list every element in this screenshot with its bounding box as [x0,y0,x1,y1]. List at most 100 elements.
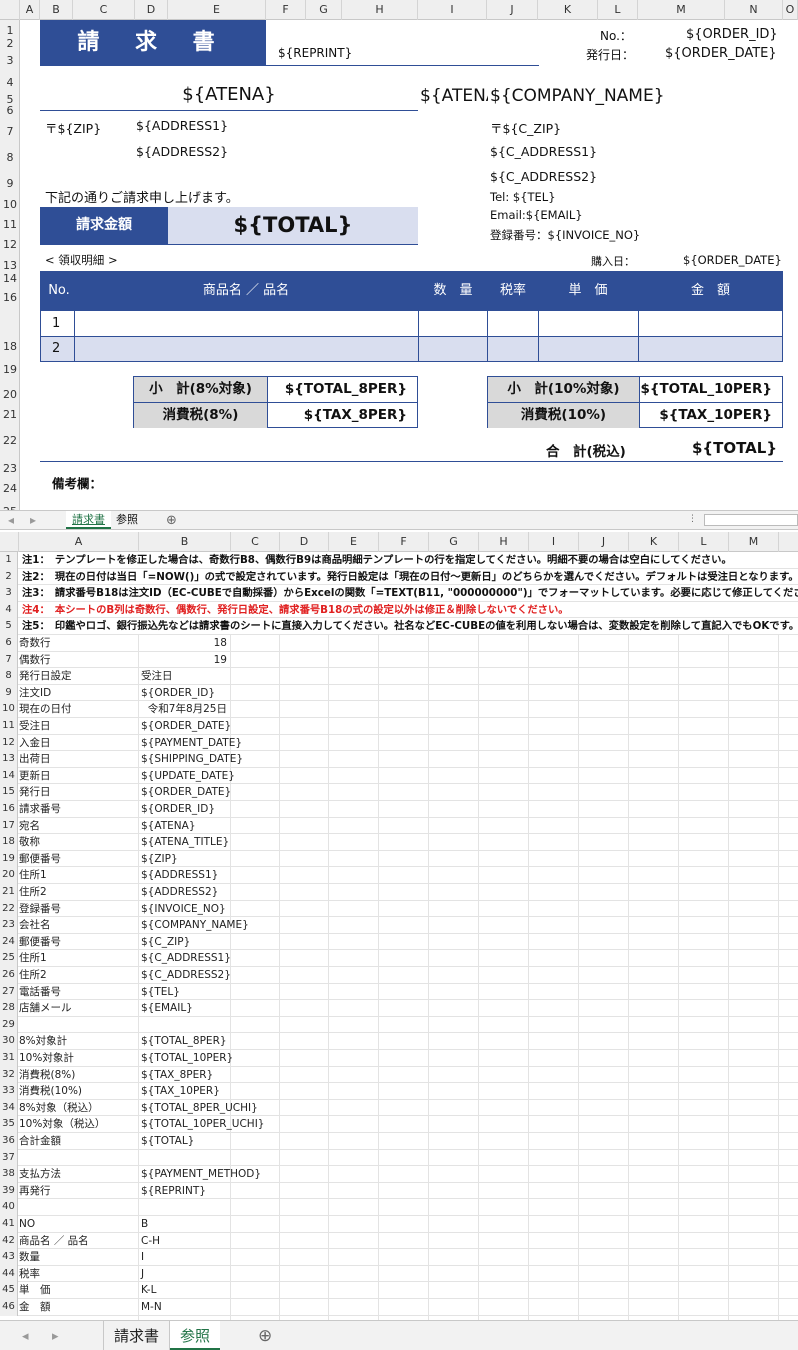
row-header[interactable]: 32 [0,1066,18,1084]
cell-label[interactable]: 受注日 [19,718,139,734]
column-header[interactable]: J [487,0,538,20]
cell-value[interactable]: B [141,1216,231,1232]
column-header[interactable]: D [280,532,329,552]
company-address2[interactable]: ${C_ADDRESS2} [490,169,597,184]
cell-value[interactable]: M-N [141,1299,231,1315]
row-header[interactable]: 24 [0,482,20,495]
note-text[interactable]: 注5： 印鑑やロゴ、銀行振込先などは請求書のシートに直接入力してください。社名な… [22,618,798,634]
horizontal-scrollbar[interactable] [704,514,798,526]
row-header[interactable]: 5 [0,618,18,635]
column-header[interactable]: J [579,532,629,552]
cell-value[interactable]: 受注日 [141,668,231,684]
cell-label[interactable]: 郵便番号 [19,851,139,867]
cell-label[interactable]: 消費税(10%) [19,1083,139,1099]
cell-value[interactable]: ${INVOICE_NO} [141,901,231,917]
row-header[interactable]: 11 [0,218,20,231]
cell-label[interactable]: 会社名 [19,917,139,933]
row-header[interactable]: 36 [0,1133,18,1150]
cell-value[interactable]: ${ORDER_ID} [141,801,231,817]
cell-label[interactable]: 金 額 [19,1299,139,1315]
issue-date-field[interactable]: ${ORDER_DATE} [665,46,777,61]
row-header[interactable]: 13 [0,259,20,272]
cell-value[interactable]: K-L [141,1282,231,1298]
cell-label[interactable]: 10%対象計 [19,1050,139,1066]
column-header[interactable]: E [168,0,266,20]
row-header[interactable]: 18 [0,834,18,851]
column-header[interactable]: K [538,0,598,20]
cell-label[interactable]: 請求番号 [19,801,139,817]
grand-total-value[interactable]: ${TOTAL} [692,439,777,457]
row-header[interactable]: 10 [0,198,20,211]
row-header[interactable]: 1 [0,552,18,569]
row-header[interactable]: 13 [0,751,18,768]
cell-label[interactable]: 発行日 [19,784,139,800]
cell-value[interactable]: 18 [141,635,227,651]
company-email[interactable]: Email:${EMAIL} [490,208,583,222]
column-header[interactable]: N [725,0,783,20]
row-header[interactable]: 6 [0,104,20,117]
column-header[interactable]: D [135,0,168,20]
row-header[interactable]: 37 [0,1149,18,1167]
cell-label[interactable]: 住所1 [19,950,139,966]
tax-8-value[interactable]: ${TAX_8PER} [267,403,417,428]
cell-value[interactable]: ${TOTAL_10PER_UCHI} [141,1116,264,1132]
subtotal-8-value[interactable]: ${TOTAL_8PER} [267,377,417,402]
row-header[interactable]: 23 [0,917,18,934]
column-header[interactable]: I [529,532,579,552]
cell-value[interactable]: ${TAX_8PER} [141,1067,231,1083]
cell-label[interactable]: 現在の日付 [19,701,139,717]
cell-label[interactable]: 発行日設定 [19,668,139,684]
cell-label[interactable]: 8%対象計 [19,1033,139,1049]
row-header[interactable]: 11 [0,718,18,735]
cell-value[interactable]: ${ZIP} [141,851,231,867]
add-sheet-icon[interactable]: ⊕ [258,1326,272,1346]
column-header[interactable]: A [19,532,139,552]
cell-label[interactable]: 単 価 [19,1282,139,1298]
cell-label[interactable]: 合計金額 [19,1133,139,1149]
column-header[interactable]: I [418,0,487,20]
cell-label[interactable]: 出荷日 [19,751,139,767]
column-header[interactable]: M [638,0,725,20]
row-header[interactable]: 24 [0,933,18,951]
cell-value[interactable]: J [141,1266,231,1282]
cell-value[interactable]: ${ATENA} [141,818,231,834]
column-header[interactable]: C [73,0,135,20]
cell-value[interactable]: ${COMPANY_NAME} [141,917,249,933]
recipient-address1[interactable]: ${ADDRESS1} [136,118,228,133]
cell-label[interactable]: 更新日 [19,768,139,784]
column-header[interactable]: K [629,532,679,552]
row-header[interactable]: 22 [0,434,20,447]
row-header[interactable]: 39 [0,1182,18,1200]
column-header[interactable]: C [231,532,280,552]
cell-label[interactable]: 店舗メール [19,1000,139,1016]
cell-label[interactable]: 税率 [19,1266,139,1282]
row-header[interactable]: 9 [0,684,18,702]
subtotal-10-value[interactable]: ${TOTAL_10PER} [639,377,782,402]
row-header[interactable]: 23 [0,462,20,475]
cell-value[interactable]: ${EMAIL} [141,1000,231,1016]
cell-value[interactable]: C-H [141,1233,231,1249]
column-header[interactable]: L [679,532,729,552]
row-header[interactable]: 45 [0,1282,18,1299]
row-header[interactable]: 46 [0,1299,18,1316]
row-header[interactable]: 10 [0,701,18,718]
cell-label[interactable]: 住所2 [19,884,139,900]
reprint-field[interactable]: ${REPRINT} [278,46,352,60]
column-header[interactable]: L [598,0,638,20]
cell-label[interactable]: 入金日 [19,735,139,751]
cell-value[interactable]: I [141,1249,231,1265]
column-header[interactable]: F [379,532,429,552]
column-header[interactable]: F [266,0,306,20]
note-text[interactable]: 注2： 現在の日付は当日「=NOW()」の式で設定されています。発行日設定は「現… [22,569,798,585]
row-header[interactable]: 16 [0,801,18,818]
cell-label[interactable]: 登録番号 [19,901,139,917]
purchase-date-field[interactable]: ${ORDER_DATE} [683,253,782,267]
cell-value[interactable]: ${TOTAL_8PER_UCHI} [141,1100,258,1116]
row-header[interactable]: 2 [0,37,20,50]
tab-scroll-left-icon[interactable]: ◂ [8,513,14,527]
row-header[interactable]: 40 [0,1199,18,1216]
cell-label[interactable]: 商品名 ／ 品名 [19,1233,139,1249]
cell-label[interactable]: 住所1 [19,867,139,883]
tab-scroll-right-icon[interactable]: ▸ [30,513,36,527]
row-header[interactable]: 20 [0,388,20,401]
